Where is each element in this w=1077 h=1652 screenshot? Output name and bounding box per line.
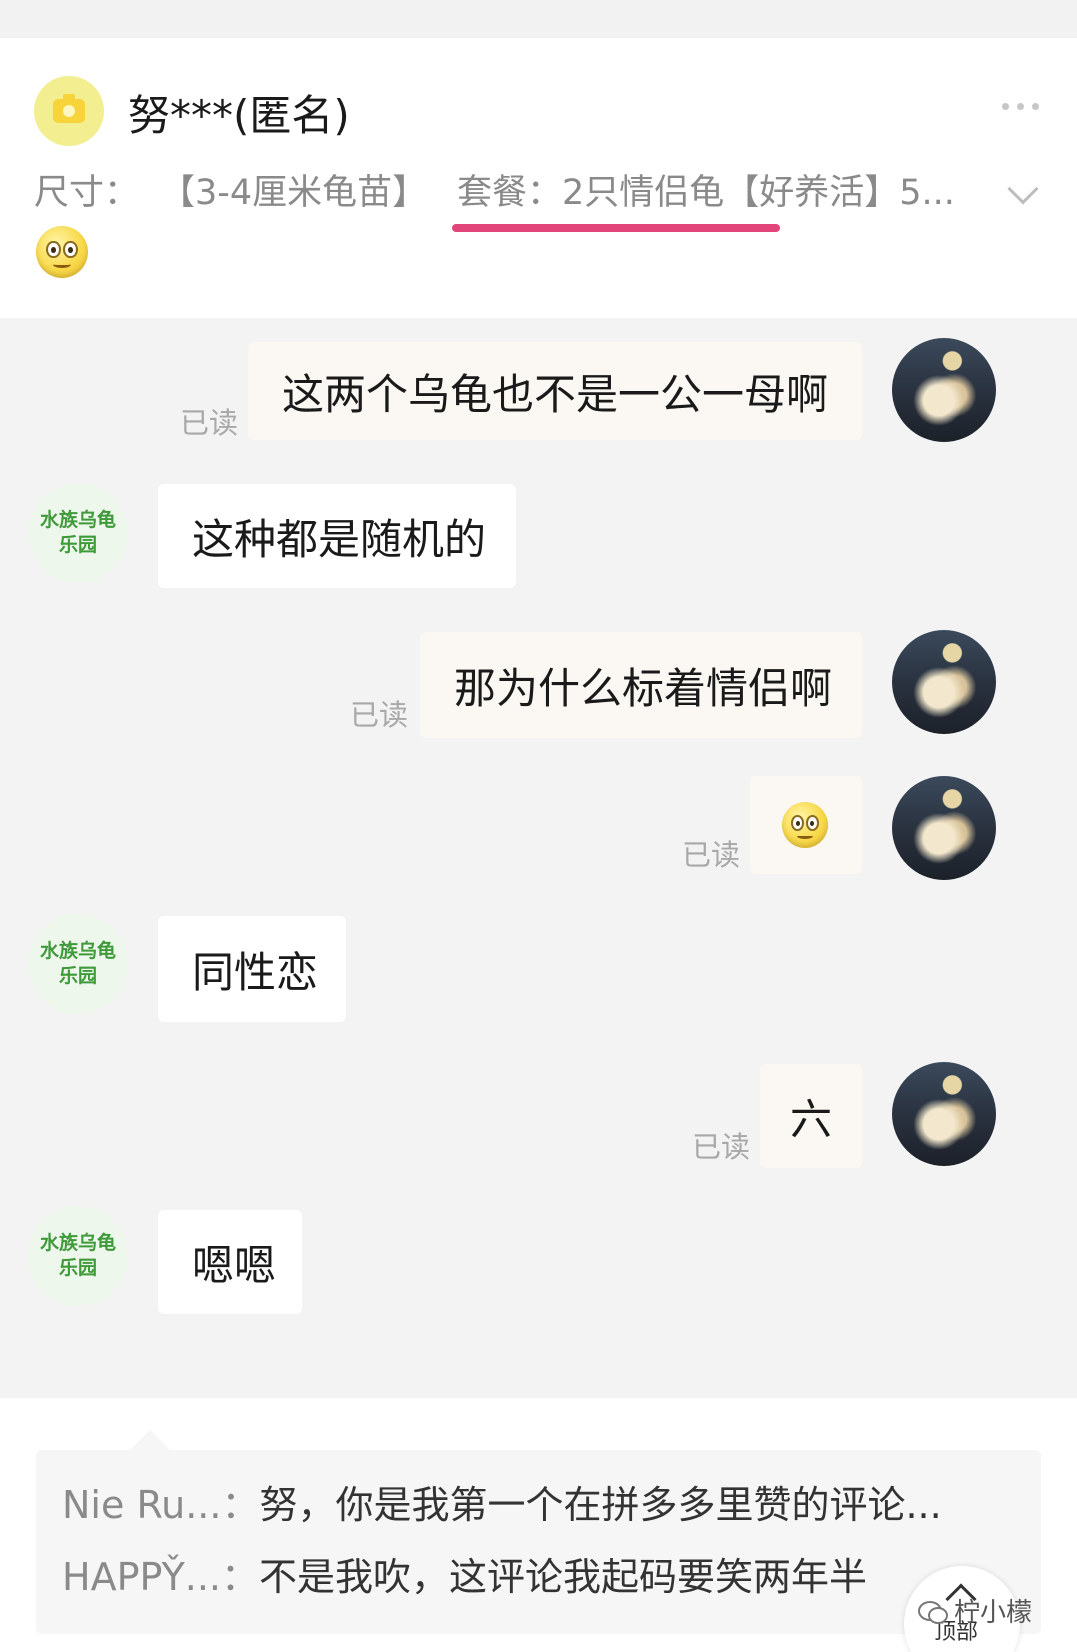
my-avatar[interactable]: [892, 338, 996, 442]
chat-bubble-sent: 那为什么标着情侣啊: [420, 632, 862, 738]
message-text: 这种都是随机的: [192, 514, 487, 564]
chat-bubble-sent: [750, 776, 862, 874]
my-avatar[interactable]: [892, 1062, 996, 1166]
comment-text: 不是我吹，这评论我起码要笑两年半: [259, 1555, 868, 1599]
message-text: 那为什么标着情侣啊: [454, 663, 833, 713]
highlight-underline: [452, 224, 780, 232]
watermark-text: 柠小檬: [954, 1598, 1033, 1628]
read-status: 已读: [692, 1130, 751, 1164]
more-options-icon[interactable]: [1002, 96, 1046, 116]
shop-avatar[interactable]: 水族乌龟 乐园: [28, 914, 128, 1014]
my-avatar[interactable]: [892, 776, 996, 880]
read-status: 已读: [180, 406, 239, 440]
spec-size-value: 【3-4厘米龟苗】: [160, 173, 428, 213]
camera-icon: [53, 94, 85, 123]
read-status: 已读: [350, 698, 409, 732]
comment-item[interactable]: Nie Ru...：努，你是我第一个在拼多多里赞的评论...: [62, 1474, 942, 1529]
shop-avatar[interactable]: 水族乌龟 乐园: [28, 483, 128, 583]
comment-author: HAPPY̌...：: [62, 1555, 260, 1599]
smiley-emoji-icon: [782, 802, 828, 848]
message-text: 同性恋: [192, 947, 319, 997]
shop-avatar[interactable]: 水族乌龟 乐园: [28, 1206, 128, 1306]
read-status: 已读: [682, 838, 741, 872]
reviewer-name: 努***(匿名): [128, 91, 350, 140]
comment-item[interactable]: HAPPY̌...：不是我吹，这评论我起码要笑两年半: [62, 1546, 867, 1601]
smiley-emoji-icon: [36, 226, 88, 278]
spec-size-label: 尺寸：: [34, 173, 140, 213]
comments-pointer: [130, 1430, 170, 1450]
spec-package: 套餐：2只情侣龟【好养活】5...: [457, 173, 955, 213]
chat-bubble-received: 嗯嗯: [158, 1210, 302, 1314]
message-text: 这两个乌龟也不是一公一母啊: [282, 369, 829, 419]
chat-bubble-sent: 六: [760, 1064, 862, 1168]
my-avatar[interactable]: [892, 630, 996, 734]
wechat-icon: [918, 1599, 948, 1624]
watermark: 柠小檬: [918, 1592, 1032, 1629]
comment-text: 努，你是我第一个在拼多多里赞的评论...: [259, 1483, 942, 1527]
reviewer-avatar[interactable]: [34, 76, 104, 146]
message-text: 嗯嗯: [192, 1240, 277, 1290]
chat-bubble-received: 这种都是随机的: [158, 484, 516, 588]
message-text: 六: [790, 1094, 833, 1144]
comments-box[interactable]: Nie Ru...：努，你是我第一个在拼多多里赞的评论... HAPPY̌...…: [36, 1450, 1041, 1634]
chat-bubble-sent: 这两个乌龟也不是一公一母啊: [248, 342, 862, 440]
comment-author: Nie Ru...：: [62, 1483, 260, 1527]
top-strip: [0, 0, 1077, 38]
chat-bubble-received: 同性恋: [158, 916, 346, 1022]
